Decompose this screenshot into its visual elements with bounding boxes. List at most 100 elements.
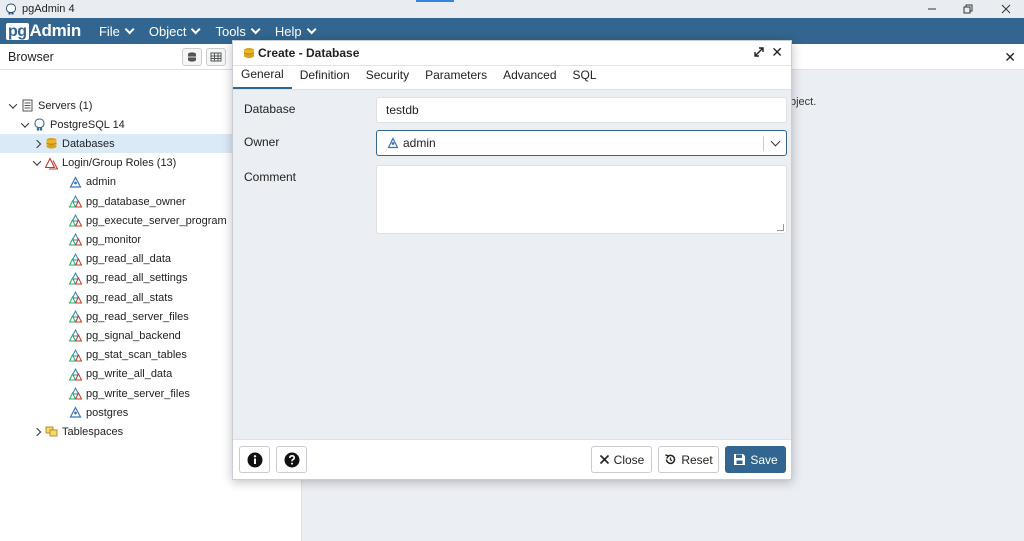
save-button[interactable]: Save [725, 446, 786, 473]
close-icon [599, 454, 610, 465]
chevron-down-icon[interactable] [8, 99, 18, 111]
chevron-down-icon [306, 23, 317, 34]
tab-general[interactable]: General [233, 65, 292, 89]
menu-tools-label: Tools [215, 23, 246, 39]
servers-icon [22, 99, 33, 112]
tree-item[interactable]: pg_read_all_settings [0, 269, 188, 288]
menu-help-label: Help [274, 23, 302, 39]
tab-definition[interactable]: Definition [292, 65, 358, 89]
dialog-header[interactable]: Create - Database ✕ [233, 41, 791, 66]
tree-item[interactable]: pg_write_all_data [0, 365, 172, 384]
tab-advanced[interactable]: Advanced [495, 65, 564, 89]
query-tool-button[interactable] [182, 48, 202, 66]
chevron-right-icon[interactable] [32, 427, 42, 437]
menu-object[interactable]: Object [148, 23, 202, 39]
tab-parameters[interactable]: Parameters [417, 65, 495, 89]
help-button[interactable] [276, 446, 307, 473]
menu-file-label: File [98, 23, 120, 39]
tree-item-label: pg_read_all_data [86, 253, 172, 266]
help-icon [284, 452, 299, 467]
database-label: Database [244, 102, 296, 116]
tab-sql[interactable]: SQL [565, 65, 605, 89]
database-name-input[interactable]: testdb [376, 97, 787, 123]
group-icon [69, 214, 82, 227]
window-title: pgAdmin 4 [22, 3, 75, 15]
os-titlebar: pgAdmin 4 [0, 0, 1024, 18]
tree-item[interactable]: pg_stat_scan_tables [0, 346, 187, 365]
group-icon [69, 387, 82, 400]
chevron-down-icon[interactable] [20, 119, 30, 130]
minimize-icon [928, 8, 936, 10]
chevron-down-icon[interactable] [32, 157, 42, 168]
chevron-down-icon [250, 23, 261, 34]
tree-item[interactable]: pg_read_server_files [0, 307, 189, 326]
database-stack-icon [188, 52, 196, 62]
owner-label: Owner [244, 135, 280, 149]
chevron-down-icon [124, 23, 135, 34]
chevron-right-icon[interactable] [32, 139, 42, 149]
table-grid-icon [210, 52, 222, 62]
tree-item-label: Databases [62, 137, 115, 150]
tree-item[interactable]: pg_read_all_data [0, 250, 171, 269]
menu-help[interactable]: Help [274, 23, 317, 39]
comment-label: Comment [244, 170, 297, 184]
group-icon [69, 271, 82, 285]
tree-item-label: PostgreSQL 14 [50, 118, 125, 131]
user-icon [69, 176, 82, 188]
group-icon [69, 233, 82, 246]
panel-close-button[interactable]: ✕ [1004, 49, 1016, 66]
group-icon [69, 291, 82, 304]
view-data-button[interactable] [206, 48, 226, 66]
focus-indicator [416, 0, 454, 2]
tree-item-label: pg_read_server_files [86, 310, 189, 323]
minimize-button[interactable] [914, 0, 950, 18]
owner-value: admin [403, 136, 436, 150]
tree-item[interactable]: pg_database_owner [0, 192, 186, 211]
tree-item[interactable]: Tablespaces [0, 422, 123, 441]
tree-item[interactable]: Login/Group Roles (13) [0, 154, 176, 173]
maximize-icon[interactable] [753, 46, 765, 58]
reset-button[interactable]: Reset [658, 446, 719, 473]
tree-item[interactable]: Servers (1) [0, 96, 92, 115]
close-button[interactable]: Close [591, 446, 652, 473]
tree-item-label: pg_read_all_stats [86, 291, 173, 304]
dialog-footer: Close Reset Save [233, 439, 791, 479]
tree-item-label: Tablespaces [62, 425, 124, 438]
comment-textarea[interactable] [376, 165, 787, 234]
dialog-close-button[interactable]: ✕ [771, 44, 783, 61]
tree-item[interactable]: pg_write_server_files [0, 384, 190, 403]
tree-item-label: pg_execute_server_program [86, 214, 227, 227]
info-button[interactable] [239, 446, 270, 473]
menu-file[interactable]: File [98, 23, 135, 39]
chevron-down-icon [191, 23, 202, 34]
tree-item[interactable]: pg_read_all_stats [0, 288, 173, 307]
info-icon [247, 452, 262, 467]
tree-item[interactable]: pg_signal_backend [0, 326, 181, 345]
tree-item-label: pg_write_server_files [86, 387, 190, 400]
window-close-button[interactable] [988, 0, 1024, 18]
group-icon [69, 252, 82, 266]
database-icon [243, 48, 255, 58]
dialog-title: Create - Database [258, 46, 360, 60]
menu-object-label: Object [148, 23, 187, 39]
save-icon [733, 453, 746, 466]
tree-item[interactable]: postgres [0, 403, 128, 422]
owner-select[interactable]: admin [376, 130, 787, 156]
tree-item-label: pg_stat_scan_tables [86, 349, 187, 362]
menu-tools[interactable]: Tools [215, 23, 261, 39]
tab-security[interactable]: Security [358, 65, 417, 89]
tree-item[interactable]: admin [0, 173, 116, 192]
tree-item-label: pg_read_all_settings [86, 272, 188, 285]
restore-icon [963, 4, 973, 14]
tree-item[interactable]: pg_monitor [0, 230, 141, 249]
pgadmin-logo: pg Admin [6, 21, 81, 41]
close-icon [1001, 4, 1011, 14]
tree-item-label: postgres [86, 406, 129, 419]
tablespaces-icon [45, 426, 58, 437]
restore-button[interactable] [950, 0, 986, 18]
group-icon [69, 310, 82, 323]
resize-grip-icon[interactable] [777, 224, 784, 231]
chevron-down-icon[interactable] [770, 136, 781, 147]
tree-item[interactable]: PostgreSQL 14 [0, 115, 125, 134]
tree-item[interactable]: pg_execute_server_program [0, 211, 227, 230]
